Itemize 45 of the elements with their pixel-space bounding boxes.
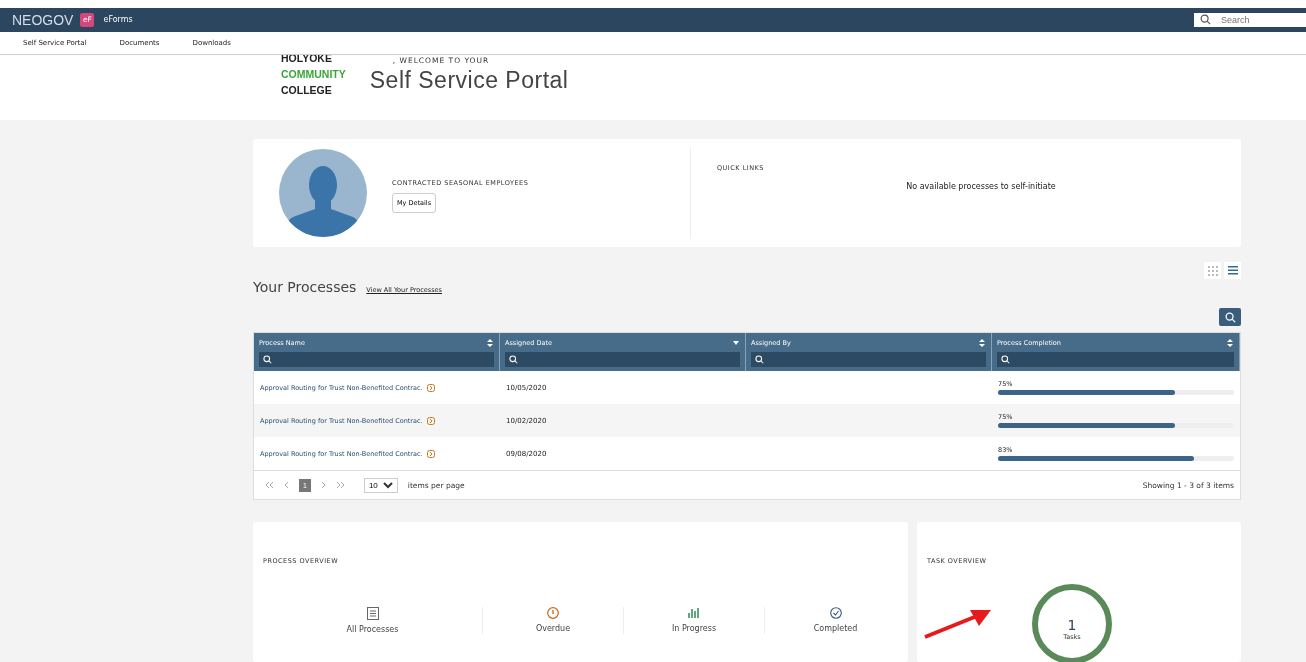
check-circle-icon[interactable]: [829, 607, 842, 619]
filter-field[interactable]: [505, 352, 740, 367]
activity-icon[interactable]: [688, 607, 700, 619]
college-logo-text: COMMUNITY: [281, 67, 346, 83]
section-title: Your Processes: [253, 279, 357, 295]
filter-field[interactable]: [751, 352, 986, 367]
search-icon: [755, 355, 764, 364]
brand-logo: NEOGOV: [12, 11, 74, 28]
list-view-button[interactable]: [1224, 262, 1241, 279]
overview-label[interactable]: Overdue: [535, 624, 571, 633]
list-icon: [1227, 266, 1238, 275]
first-page-icon[interactable]: [264, 481, 274, 489]
share-icon[interactable]: [426, 383, 435, 392]
search-icon: [263, 355, 272, 364]
share-icon[interactable]: [426, 449, 435, 458]
search-icon: [1001, 355, 1010, 364]
alert-icon[interactable]: [547, 607, 559, 619]
search-button[interactable]: [1219, 308, 1241, 326]
search-field[interactable]: Search: [1194, 12, 1306, 27]
filter-field[interactable]: [997, 352, 1234, 367]
annotation-arrow: [923, 607, 993, 639]
filter-field[interactable]: [259, 352, 494, 367]
search-icon: [1224, 311, 1236, 323]
sort-icon[interactable]: [978, 338, 986, 348]
college-logo-text: COLLEGE: [281, 83, 333, 99]
search-icon: [1200, 14, 1211, 26]
page-title: Self Service Portal: [369, 67, 569, 95]
document-icon[interactable]: [366, 607, 379, 620]
overview-label[interactable]: In Progress: [671, 624, 717, 633]
overview-label[interactable]: All Processes: [346, 625, 399, 634]
college-logo-text: HOLYOKE: [281, 55, 333, 67]
app-name: eForms: [103, 15, 133, 25]
empty-message: No available processes to self-initiate: [906, 182, 1056, 191]
next-page-icon[interactable]: [320, 481, 326, 489]
chevron-down-icon: [382, 481, 393, 489]
sort-icon[interactable]: [1226, 338, 1234, 348]
grid-icon: [1207, 265, 1218, 276]
task-count: 1: [1067, 617, 1077, 633]
page-size-dropdown[interactable]: 10: [363, 477, 398, 493]
sort-icon[interactable]: [486, 338, 494, 348]
previous-page-icon[interactable]: [284, 481, 289, 489]
search-icon: [509, 355, 518, 364]
share-icon[interactable]: [426, 416, 435, 425]
overview-label[interactable]: Completed: [813, 624, 858, 633]
last-page-icon[interactable]: [335, 481, 346, 489]
